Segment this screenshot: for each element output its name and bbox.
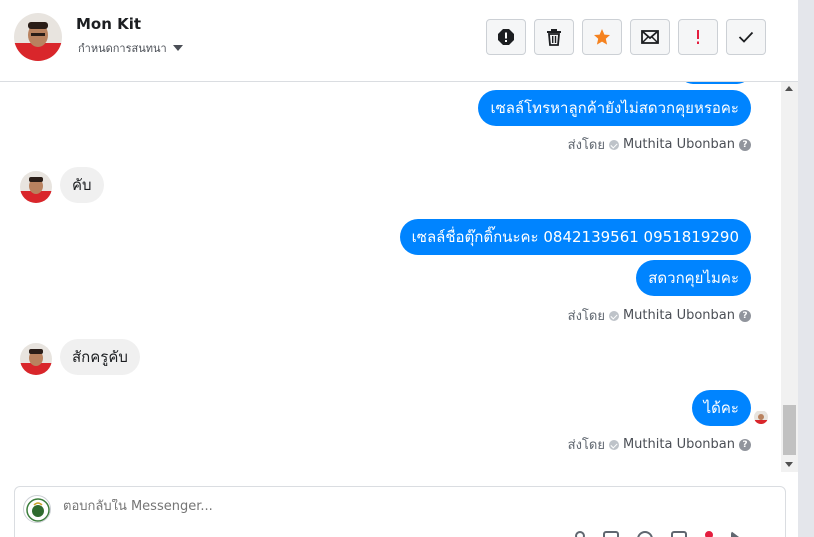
messenger-panel: Mon Kit กำหนดการสนทนา เซลล์โทรหาลูกค้ายั…	[0, 0, 798, 537]
exclamation-icon	[697, 30, 699, 44]
gif-icon[interactable]	[671, 531, 687, 537]
message-bubble-incoming[interactable]: สักครูคับ	[60, 339, 140, 375]
scroll-down-arrow-icon[interactable]	[785, 462, 793, 467]
verified-check-icon	[608, 310, 619, 321]
mark-unread-button[interactable]	[630, 19, 670, 55]
octagon-exclamation-icon	[498, 29, 514, 45]
help-icon[interactable]: ?	[739, 309, 751, 322]
scroll-thumb[interactable]	[783, 405, 796, 455]
page-background-strip	[798, 0, 814, 537]
attachment-icon[interactable]	[575, 531, 585, 537]
send-icon[interactable]	[731, 531, 739, 537]
envelope-icon	[641, 30, 659, 44]
sent-by-label: ส่งโดย Muthita Ubonban ?	[568, 305, 751, 326]
contact-avatar[interactable]	[14, 13, 62, 61]
sender-agent-name[interactable]: Muthita Ubonban	[623, 437, 735, 452]
checkmark-icon	[738, 31, 754, 43]
message-bubble-outgoing[interactable]: เซลล์ชื่อตุ๊กติ๊กนะคะ 0842139561 0951819…	[399, 219, 751, 255]
mark-done-button[interactable]	[726, 19, 766, 55]
reply-input[interactable]	[63, 499, 663, 514]
trash-icon	[547, 29, 561, 46]
verified-check-icon	[608, 439, 619, 450]
delete-button[interactable]	[534, 19, 574, 55]
conversation-settings-label: กำหนดการสนทนา	[78, 42, 167, 55]
message-bubble-clipped	[679, 82, 751, 84]
mark-important-button[interactable]	[678, 19, 718, 55]
report-spam-button[interactable]	[486, 19, 526, 55]
message-bubble-incoming[interactable]: คับ	[60, 167, 104, 203]
notification-icon[interactable]	[705, 531, 713, 537]
help-icon[interactable]: ?	[739, 138, 751, 151]
conversation-header: Mon Kit กำหนดการสนทนา	[0, 0, 798, 82]
sender-agent-name[interactable]: Muthita Ubonban	[623, 308, 735, 323]
scroll-up-arrow-icon[interactable]	[785, 86, 793, 91]
contact-name[interactable]: Mon Kit	[76, 15, 141, 33]
sent-by-prefix: ส่งโดย	[567, 438, 605, 453]
contact-avatar-small	[20, 171, 52, 203]
conversation-toolbar	[486, 19, 766, 55]
sent-by-label: ส่งโดย Muthita Ubonban ?	[568, 134, 751, 155]
sent-by-label: ส่งโดย Muthita Ubonban ?	[568, 434, 751, 455]
caret-down-icon	[172, 45, 183, 51]
emoji-icon[interactable]	[637, 531, 653, 537]
page-logo	[23, 495, 51, 523]
image-icon[interactable]	[603, 531, 619, 537]
message-bubble-outgoing[interactable]: สดวกคุยไมคะ	[636, 260, 751, 296]
star-button[interactable]	[582, 19, 622, 55]
help-icon[interactable]: ?	[739, 438, 751, 451]
composer-tools	[575, 531, 739, 537]
message-thread: เซลล์โทรหาลูกค้ายังไม่สดวกคุยหรอคะ ส่งโด…	[0, 82, 781, 472]
reply-composer	[14, 486, 786, 537]
message-bubble-outgoing[interactable]: ได้คะ	[691, 390, 751, 426]
message-bubble-outgoing[interactable]: เซลล์โทรหาลูกค้ายังไม่สดวกคุยหรอคะ	[478, 90, 751, 126]
contact-avatar-small	[20, 343, 52, 375]
star-icon	[594, 29, 610, 45]
seen-avatar	[754, 410, 768, 424]
sent-by-prefix: ส่งโดย	[567, 138, 605, 153]
verified-check-icon	[608, 139, 619, 150]
sent-by-prefix: ส่งโดย	[567, 309, 605, 324]
conversation-settings-dropdown[interactable]: กำหนดการสนทนา	[78, 39, 183, 57]
thread-scrollbar[interactable]	[781, 82, 798, 472]
sender-agent-name[interactable]: Muthita Ubonban	[623, 137, 735, 152]
